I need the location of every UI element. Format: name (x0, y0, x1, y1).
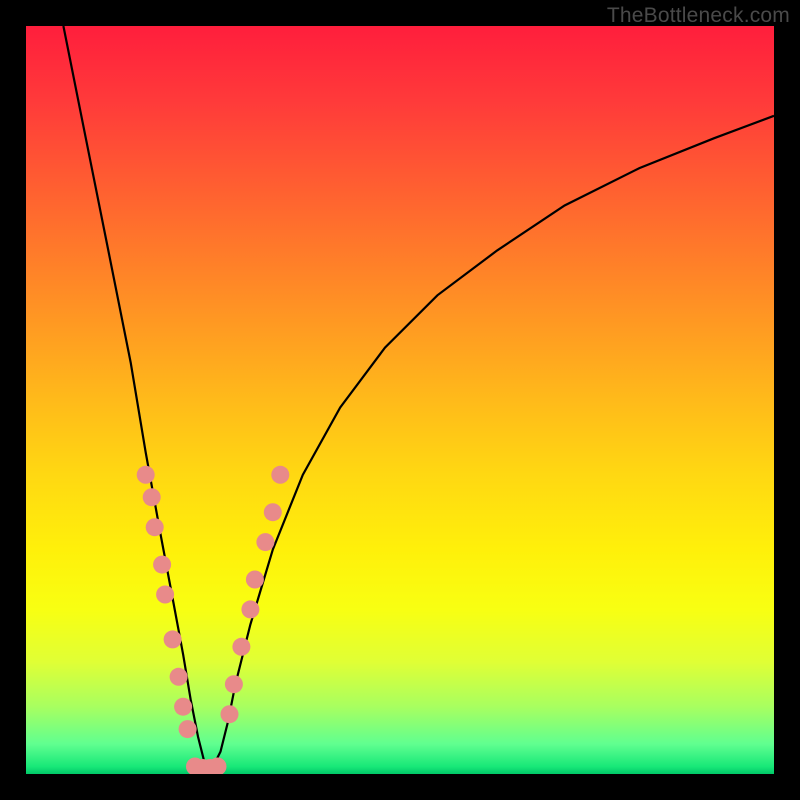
scatter-dot (271, 466, 289, 484)
scatter-dot (170, 668, 188, 686)
scatter-dot (179, 720, 197, 738)
scatter-dots (137, 466, 290, 774)
scatter-dot (156, 586, 174, 604)
watermark-text: TheBottleneck.com (607, 4, 790, 28)
scatter-dot (221, 705, 239, 723)
scatter-dot (225, 675, 243, 693)
scatter-dot (256, 533, 274, 551)
scatter-dot (174, 698, 192, 716)
scatter-dot (153, 556, 171, 574)
scatter-dot (232, 638, 250, 656)
scatter-dot (137, 466, 155, 484)
scatter-dot (146, 518, 164, 536)
scatter-dot (241, 600, 259, 618)
scatter-dot (164, 630, 182, 648)
scatter-dot (264, 503, 282, 521)
scatter-dot (143, 488, 161, 506)
chart-svg (26, 26, 774, 774)
bottleneck-curve (63, 26, 774, 767)
scatter-dot (246, 571, 264, 589)
